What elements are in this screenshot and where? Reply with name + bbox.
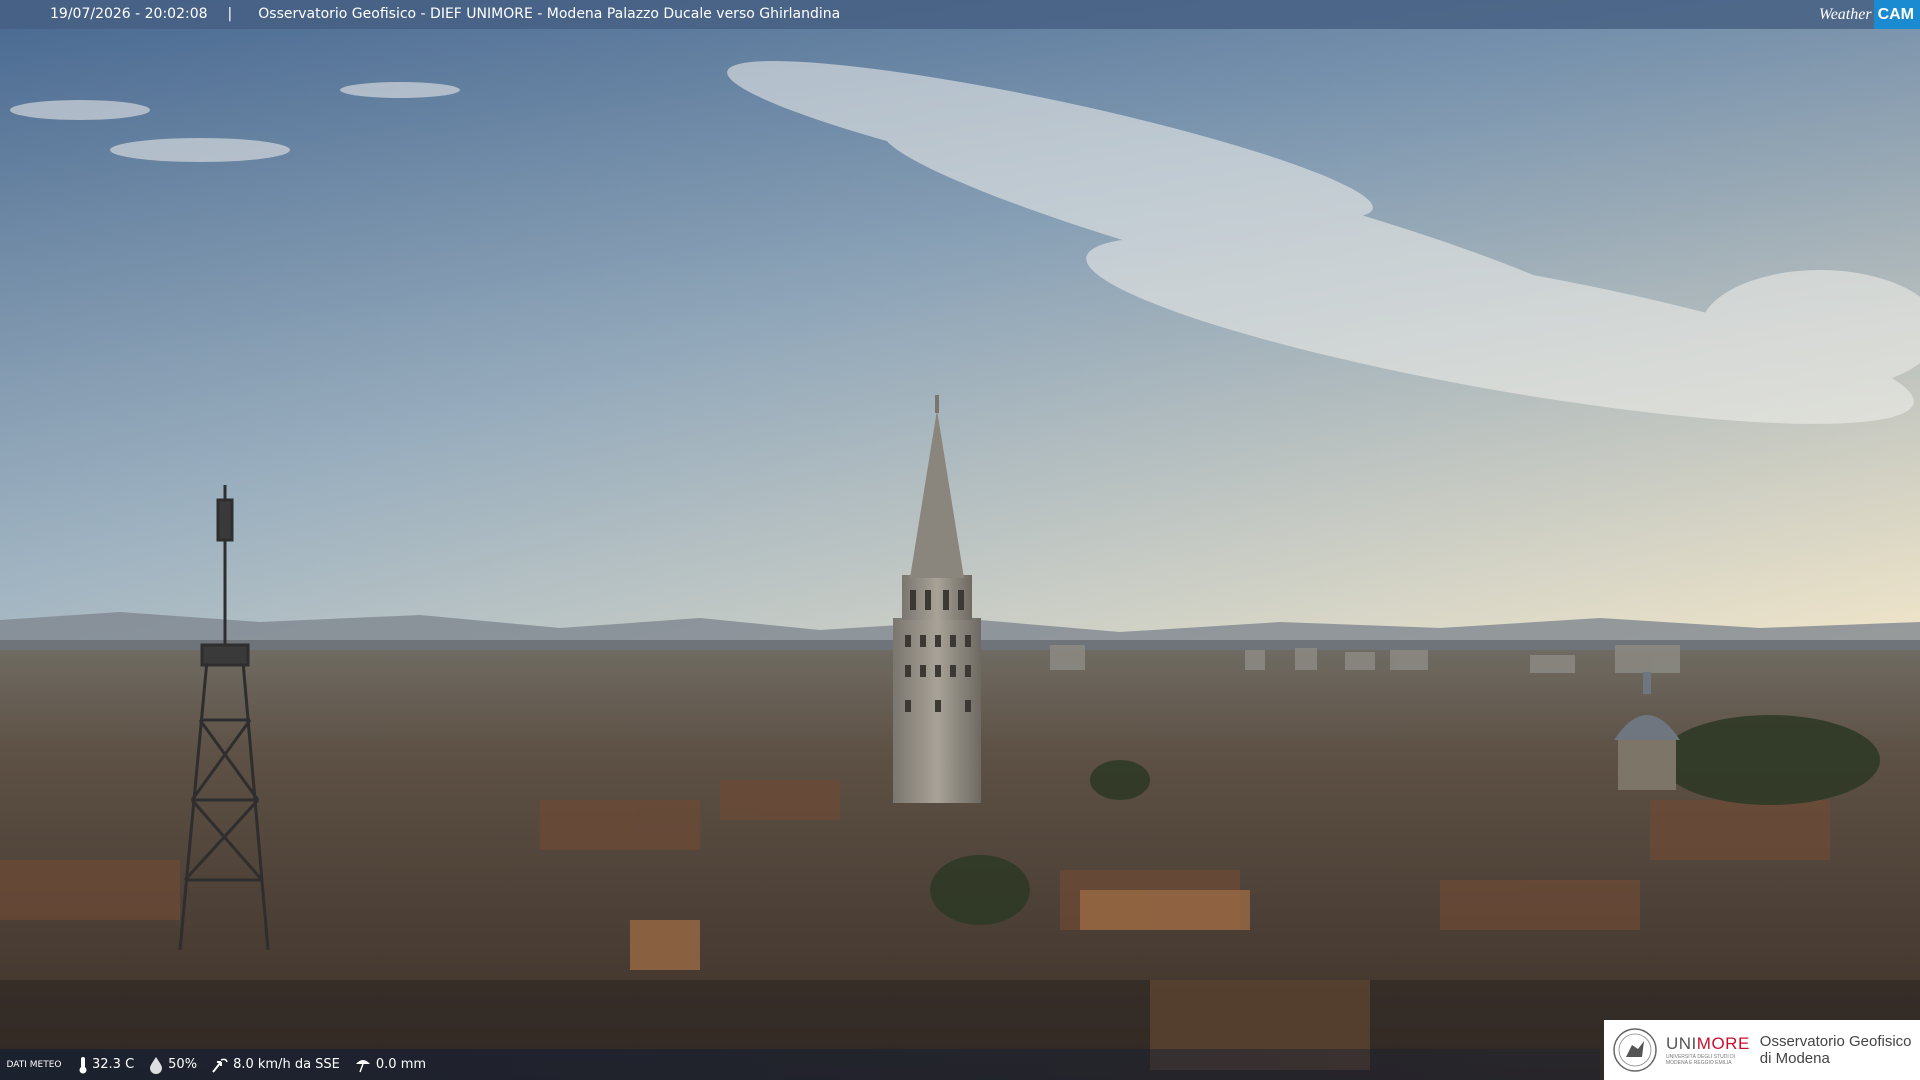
weathercam-logo-cam: CAM	[1873, 0, 1920, 29]
unimore-logo-box: UNIMORE UNIVERSITÀ DEGLI STUDI DI MODENA…	[1604, 1020, 1920, 1080]
observatory-name: Osservatorio Geofisico di Modena	[1760, 1033, 1912, 1067]
unimore-seal-icon	[1613, 1028, 1657, 1072]
unimore-name-more: MORE	[1696, 1034, 1750, 1053]
rain-value: 0.0 mm	[375, 1057, 427, 1072]
camera-title: Osservatorio Geofisico - DIEF UNIMORE - …	[258, 6, 841, 22]
weather-data-bar: DATI METEO 32.3 C 50% 8.0 km/h da SSE 0.…	[0, 1049, 1600, 1080]
wind-value: 8.0 km/h da SSE	[233, 1057, 340, 1072]
thermometer-icon	[79, 1056, 87, 1073]
temperature-value: 32.3 C	[92, 1057, 135, 1072]
unimore-name: UNIMORE	[1666, 1034, 1750, 1054]
observatory-line-2: di Modena	[1759, 1050, 1830, 1067]
weather-data-label: DATI METEO	[6, 1059, 62, 1070]
unimore-wordmark: UNIMORE UNIVERSITÀ DEGLI STUDI DI MODENA…	[1666, 1034, 1750, 1066]
rain-reading: 0.0 mm	[354, 1056, 426, 1074]
webcam-scene	[0, 0, 1920, 1080]
timestamp: 19/07/2026 - 20:02:08	[50, 6, 208, 22]
temperature-reading: 32.3 C	[78, 1056, 134, 1074]
header-separator: |	[227, 6, 233, 22]
humidity-drop-icon	[150, 1056, 163, 1074]
webcam-header: 19/07/2026 - 20:02:08 | Osservatorio Geo…	[0, 0, 1920, 29]
unimore-caption: UNIVERSITÀ DEGLI STUDI DI MODENA E REGGI…	[1666, 1054, 1736, 1066]
observatory-line-1: Osservatorio Geofisico	[1759, 1033, 1912, 1050]
weathercam-logo-weather: Weather	[1818, 6, 1872, 23]
rain-gauge-icon	[355, 1059, 370, 1072]
humidity-reading: 50%	[148, 1056, 197, 1074]
unimore-name-uni: UNI	[1666, 1034, 1697, 1053]
humidity-value: 50%	[168, 1057, 198, 1072]
weathercam-logo[interactable]: Weather CAM	[1819, 0, 1920, 29]
wind-reading: 8.0 km/h da SSE	[211, 1056, 340, 1074]
wind-icon	[212, 1058, 228, 1073]
